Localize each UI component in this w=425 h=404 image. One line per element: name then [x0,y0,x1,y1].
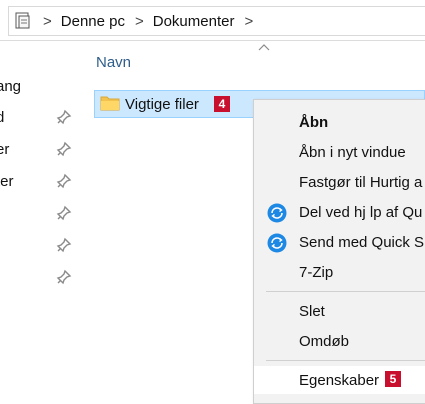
pin-icon [56,237,72,253]
menu-item-label: Fastgør til Hurtig a [299,174,423,191]
quick-share-icon [267,203,287,223]
pin-icon [56,109,72,125]
menu-item-label: Del ved hj lp af Qu [299,204,423,221]
address-input[interactable]: > Denne pc > Dokumenter > [8,6,425,36]
pin-icon [56,173,72,189]
menu-item-label: Åbn [299,114,329,131]
menu-item-send-quick-share[interactable]: Send med Quick S [254,228,425,256]
sidebar-item[interactable]: d [0,105,72,129]
pin-icon [56,269,72,285]
menu-separator [266,291,425,292]
file-name[interactable]: Vigtige filer [125,96,199,113]
menu-item-open[interactable]: Åbn [254,108,425,136]
sidebar-item-label: ang [0,77,22,95]
this-pc-icon [13,12,33,30]
pin-icon [56,141,72,157]
sidebar-item-label: d [0,108,5,126]
sidebar-item[interactable] [0,233,72,257]
menu-item-delete[interactable]: Slet [254,297,425,325]
sidebar-item[interactable]: er [0,137,72,161]
breadcrumb-documents[interactable]: Dokumenter [153,13,235,30]
breadcrumb-this-pc[interactable]: Denne pc [61,13,125,30]
context-menu: Åbn Åbn i nyt vindue Fastgør til Hurtig … [253,99,425,404]
breadcrumb-separator[interactable]: > [43,13,52,30]
quick-share-icon [267,233,287,253]
sidebar-item[interactable] [0,265,72,289]
sort-ascending-icon [258,44,270,51]
sidebar-item[interactable]: ang [0,74,72,98]
menu-item-label: Omdøb [299,333,350,350]
menu-item-label: Åbn i nyt vindue [299,144,406,161]
menu-item-share-quick-share[interactable]: Del ved hj lp af Qu [254,198,425,226]
menu-item-rename[interactable]: Omdøb [254,327,425,355]
menu-separator [266,360,425,361]
sidebar-item-label: ter [0,172,14,190]
folder-icon [100,94,120,112]
step-badge: 5 [385,371,401,387]
menu-item-label: Egenskaber [299,372,380,389]
sidebar-item-label: er [0,140,10,158]
sidebar-item[interactable] [0,201,72,225]
menu-item-7zip[interactable]: 7-Zip [254,258,425,286]
sidebar-item[interactable]: ter [0,169,72,193]
menu-item-pin-quick-access[interactable]: Fastgør til Hurtig a [254,168,425,196]
menu-item-open-new-window[interactable]: Åbn i nyt vindue [254,138,425,166]
menu-item-label: Send med Quick S [299,234,425,251]
breadcrumb-separator[interactable]: > [135,13,144,30]
step-badge: 4 [214,96,230,112]
column-header-name[interactable]: Navn [96,54,131,71]
menu-item-label: Slet [299,303,325,320]
breadcrumb-separator[interactable]: > [244,13,253,30]
menu-item-label: 7-Zip [299,264,334,281]
pin-icon [56,205,72,221]
address-bar: > Denne pc > Dokumenter > [0,0,425,41]
navigation-pane: ang d er ter [0,41,78,400]
